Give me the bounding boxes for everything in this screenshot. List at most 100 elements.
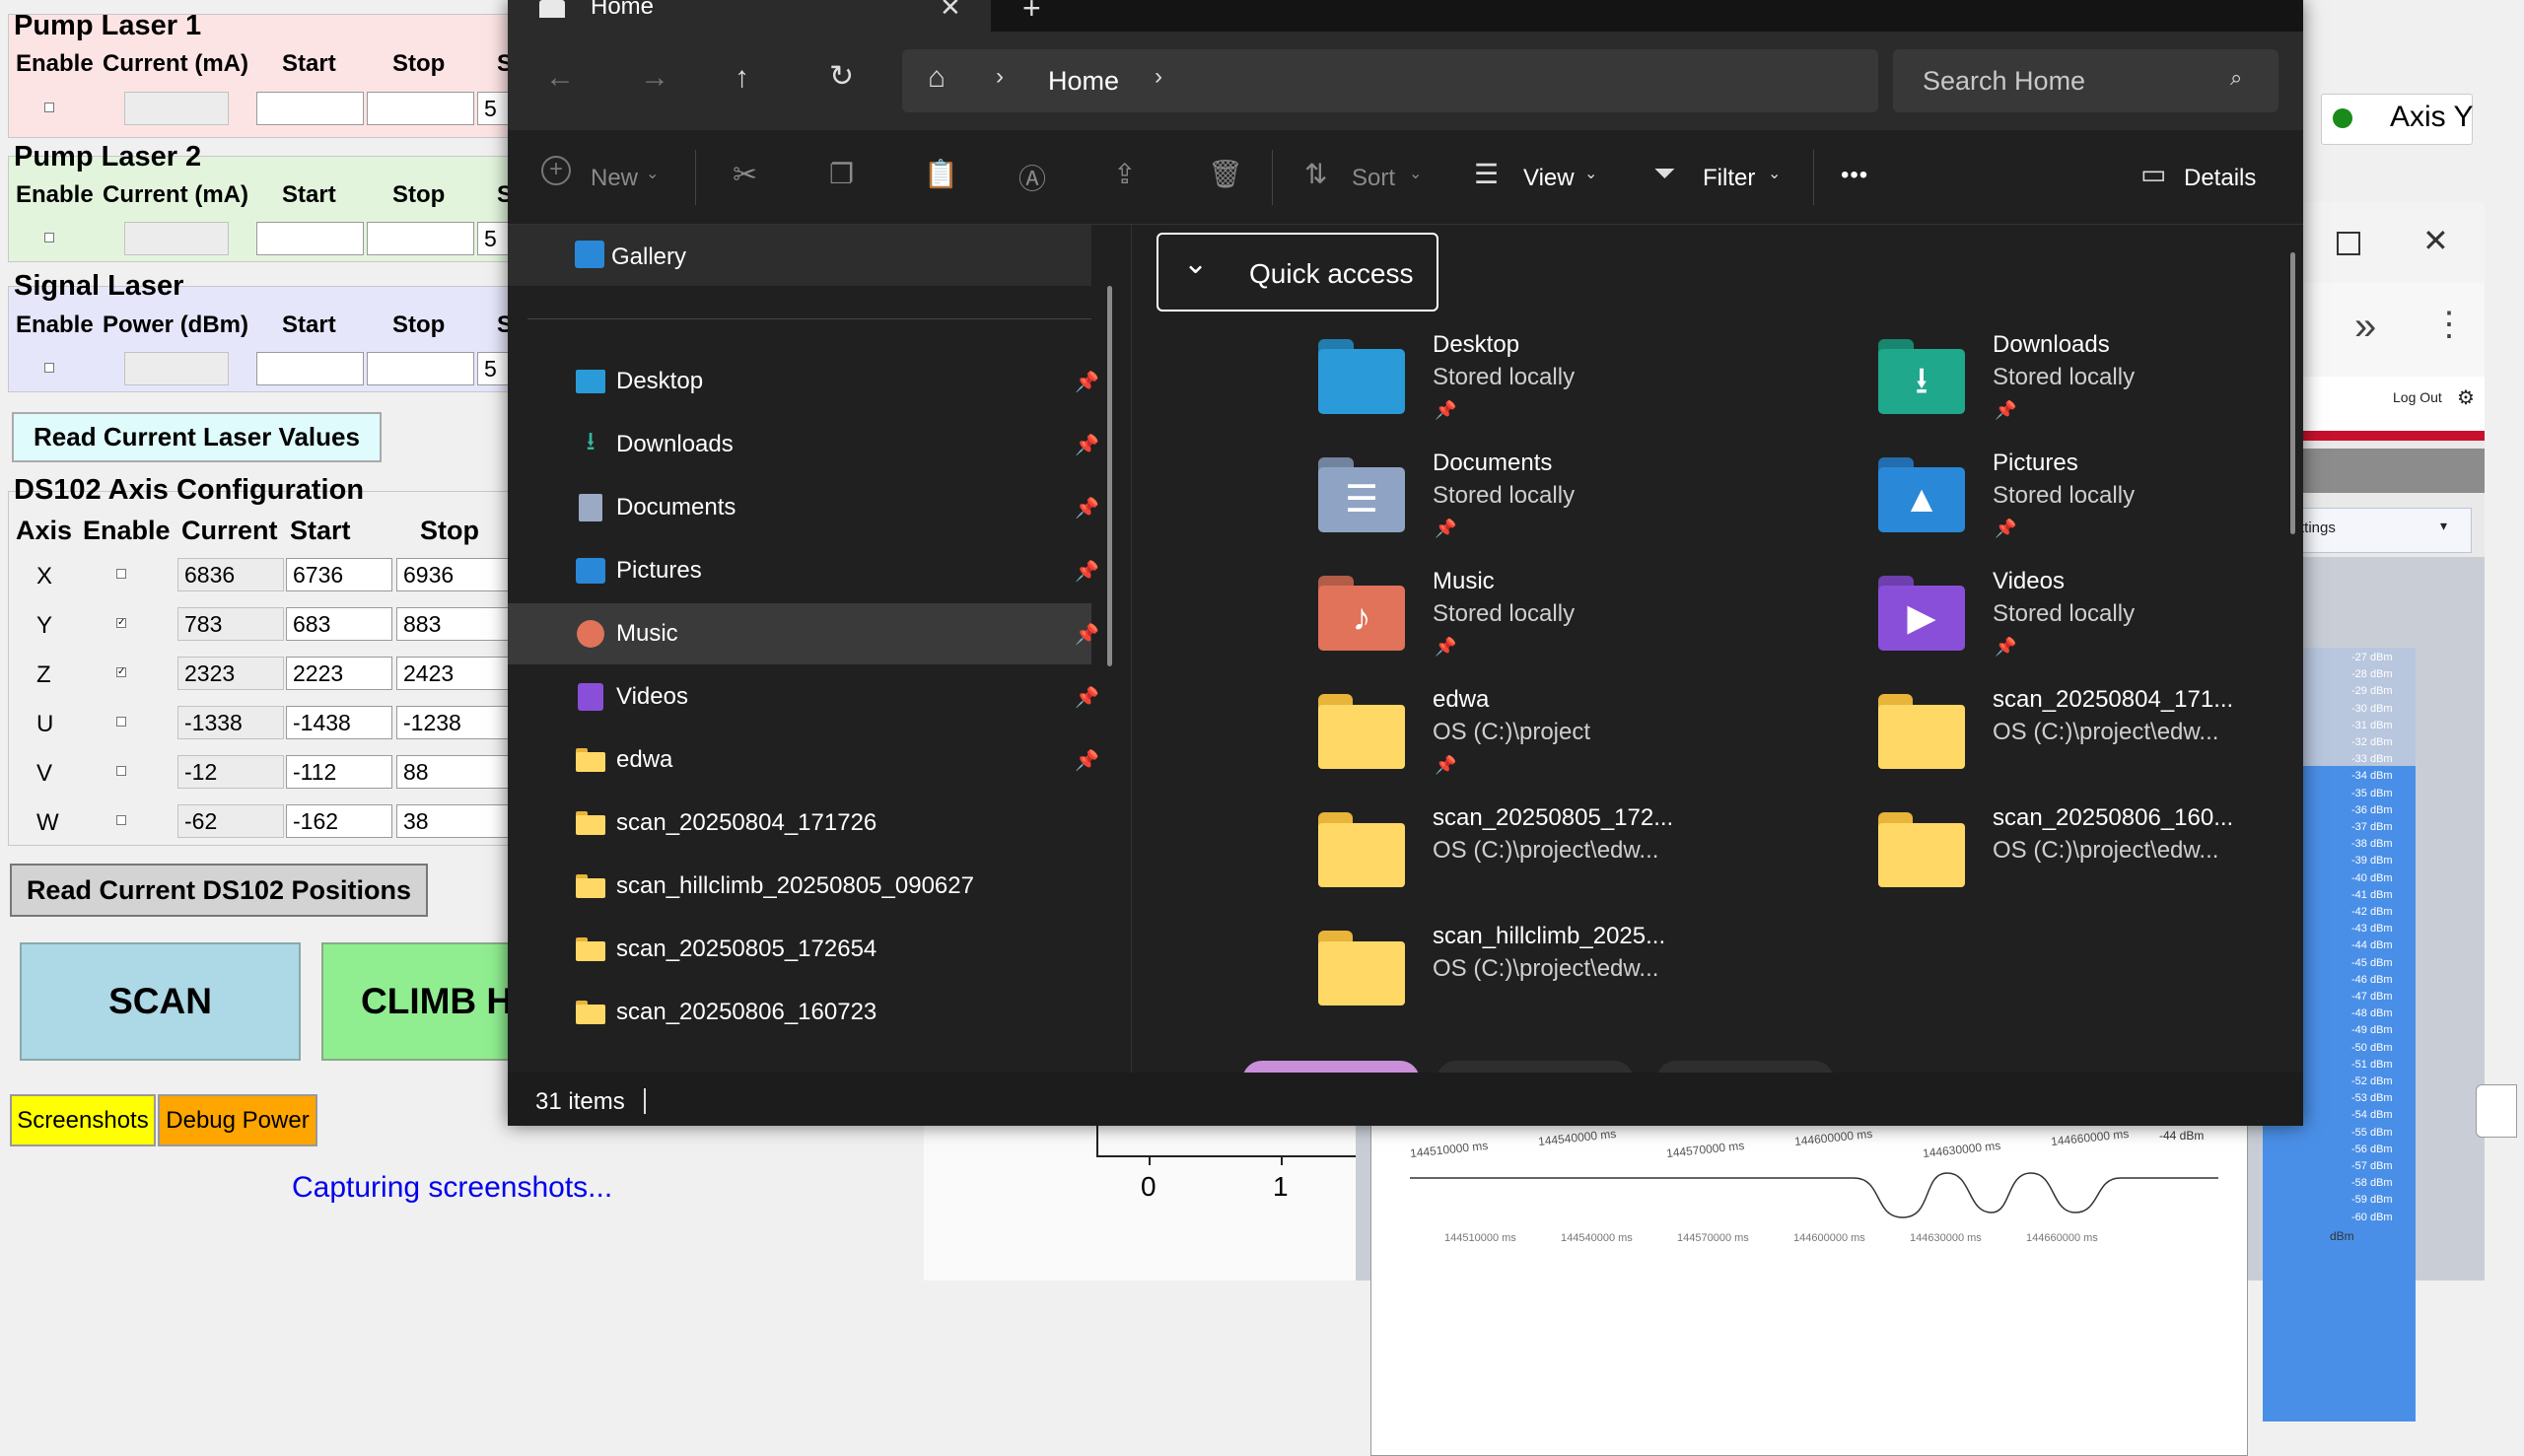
chevrons-icon[interactable]: » — [2354, 305, 2376, 349]
quick-access-item[interactable]: ⭳ Downloads Stored locally 📌 — [1878, 331, 2303, 440]
logout-link[interactable]: Log Out — [2393, 389, 2442, 405]
ds102-axis-enable-checkbox[interactable] — [116, 717, 126, 727]
signal-stop-field[interactable] — [367, 352, 474, 385]
tab-close-icon[interactable]: ✕ — [940, 0, 961, 23]
pin-icon[interactable]: 📌 — [1075, 685, 1099, 710]
signal-enable-checkbox[interactable] — [44, 363, 54, 373]
ds102-start-field[interactable]: 6736 — [286, 558, 392, 591]
pump1-stop-field[interactable] — [367, 92, 474, 125]
pin-icon[interactable]: 📌 — [1075, 370, 1099, 394]
home-icon[interactable]: ⌂ — [928, 61, 946, 95]
read-ds102-positions-button[interactable]: Read Current DS102 Positions — [10, 864, 428, 917]
scan-button[interactable]: SCAN — [20, 942, 301, 1061]
pin-icon[interactable]: 📌 — [1075, 748, 1099, 773]
new-button[interactable]: New — [591, 165, 638, 192]
forward-icon[interactable]: → — [640, 61, 669, 95]
pin-icon[interactable]: 📌 — [1075, 496, 1099, 520]
paste-icon[interactable]: 📋 — [924, 158, 958, 190]
ds102-stop-field[interactable]: 2423 — [396, 657, 515, 690]
nav-item[interactable]: Pictures 📌 — [527, 542, 1107, 599]
ds102-axis-enable-checkbox[interactable]: ✓ — [116, 618, 126, 628]
filter-icon[interactable]: ⏷ — [1653, 158, 1675, 190]
ds102-axis-enable-checkbox[interactable] — [116, 766, 126, 776]
breadcrumb-chevron-icon[interactable]: › — [1155, 63, 1162, 91]
copy-icon[interactable]: ❐ — [829, 158, 854, 190]
pump2-start-field[interactable] — [256, 222, 364, 255]
pane-divider[interactable] — [1131, 225, 1132, 1073]
nav-scrollbar[interactable] — [1107, 286, 1112, 666]
quick-access-item[interactable]: scan_hillclimb_2025... OS (C:)\project\ed… — [1318, 923, 1831, 1031]
nav-item[interactable]: scan_20250806_160723 — [527, 984, 1107, 1041]
nav-item[interactable]: Music 📌 — [527, 605, 1107, 662]
ds102-stop-field[interactable]: 38 — [396, 804, 515, 838]
ds102-stop-field[interactable]: 883 — [396, 607, 515, 641]
more-options-icon[interactable]: ••• — [1841, 162, 1868, 189]
up-icon[interactable]: ↑ — [735, 61, 749, 95]
quick-access-item[interactable]: scan_20250806_160... OS (C:)\project\edw.… — [1878, 804, 2303, 913]
quick-access-item[interactable]: ▲ Pictures Stored locally 📌 — [1878, 450, 2303, 558]
nav-item[interactable]: Documents 📌 — [527, 479, 1107, 536]
nav-item[interactable]: ⭳ Downloads 📌 — [527, 416, 1107, 473]
maximize-icon[interactable] — [2337, 232, 2360, 255]
tab-home[interactable] — [508, 0, 991, 32]
ds102-start-field[interactable]: -1438 — [286, 706, 392, 739]
quick-access-item[interactable]: Desktop Stored locally 📌 — [1318, 331, 1831, 440]
view-icon[interactable]: ☰ — [1474, 158, 1499, 190]
screenshots-button[interactable]: Screenshots — [10, 1094, 156, 1146]
ds102-stop-field[interactable]: 6936 — [396, 558, 515, 591]
new-tab-icon[interactable]: + — [1022, 0, 1041, 27]
cut-icon[interactable]: ✂ — [733, 158, 757, 192]
pin-icon[interactable]: 📌 — [1075, 622, 1099, 647]
pump1-enable-checkbox[interactable] — [44, 103, 54, 112]
delete-icon[interactable]: 🗑 — [1208, 158, 1243, 190]
search-input[interactable]: Search Home — [1923, 66, 2085, 97]
ds102-start-field[interactable]: -162 — [286, 804, 392, 838]
remote-tab-icon[interactable] — [2476, 1084, 2517, 1138]
ds102-start-field[interactable]: -112 — [286, 755, 392, 789]
quick-access-item[interactable]: scan_20250804_171... OS (C:)\project\edw.… — [1878, 686, 2303, 795]
nav-item[interactable]: Videos 📌 — [527, 668, 1107, 726]
quick-access-item[interactable]: edwa OS (C:)\project 📌 — [1318, 686, 1831, 795]
view-button[interactable]: View — [1523, 165, 1575, 192]
ds102-start-field[interactable]: 683 — [286, 607, 392, 641]
close-icon[interactable]: ✕ — [2422, 222, 2449, 259]
nav-item[interactable]: Desktop 📌 — [527, 353, 1107, 410]
pump2-stop-field[interactable] — [367, 222, 474, 255]
share-icon[interactable]: ⇪ — [1113, 158, 1136, 190]
rename-icon[interactable]: Ⓐ — [1018, 158, 1046, 197]
back-icon[interactable]: ← — [545, 61, 575, 95]
pin-icon[interactable]: 📌 — [1075, 559, 1099, 584]
ds102-axis-enable-checkbox[interactable] — [116, 815, 126, 825]
ds102-start-field[interactable]: 2223 — [286, 657, 392, 690]
content-scrollbar[interactable] — [2290, 252, 2295, 534]
kebab-menu-icon[interactable]: ⋮ — [2432, 305, 2466, 344]
search-icon[interactable]: ⌕ — [2230, 65, 2242, 91]
climb-button[interactable]: CLIMB H — [321, 942, 538, 1061]
nav-item[interactable]: scan_20250805_172654 — [527, 921, 1107, 978]
details-button[interactable]: Details — [2184, 165, 2256, 192]
read-laser-values-button[interactable]: Read Current Laser Values — [12, 412, 382, 462]
new-plus-icon[interactable]: + — [541, 156, 571, 185]
ds102-axis-enable-checkbox[interactable]: ✓ — [116, 667, 126, 677]
refresh-icon[interactable]: ↻ — [829, 59, 854, 94]
signal-start-field[interactable] — [256, 352, 364, 385]
pump2-enable-checkbox[interactable] — [44, 233, 54, 243]
sort-icon[interactable]: ⇅ — [1304, 158, 1327, 190]
nav-item[interactable]: scan_hillclimb_20250805_090627 — [527, 858, 1107, 915]
debug-power-button[interactable]: Debug Power — [158, 1094, 317, 1146]
ds102-stop-field[interactable]: -1238 — [396, 706, 515, 739]
nav-gallery[interactable]: Gallery — [611, 243, 686, 271]
ds102-axis-enable-checkbox[interactable] — [116, 569, 126, 579]
nav-item[interactable]: edwa 📌 — [527, 731, 1107, 789]
quick-access-item[interactable]: scan_20250805_172... OS (C:)\project\edw.… — [1318, 804, 1831, 913]
pin-icon[interactable]: 📌 — [1075, 433, 1099, 457]
details-pane-icon[interactable]: ▭ — [2140, 158, 2166, 190]
ds102-stop-field[interactable]: 88 — [396, 755, 515, 789]
nav-item[interactable]: scan_20250804_171726 — [527, 795, 1107, 852]
quick-access-item[interactable]: ♪ Music Stored locally 📌 — [1318, 568, 1831, 676]
filter-button[interactable]: Filter — [1703, 165, 1755, 192]
breadcrumb-home[interactable]: Home — [1048, 66, 1119, 97]
gear-icon[interactable]: ⚙ — [2457, 385, 2475, 410]
sort-button[interactable]: Sort — [1352, 165, 1395, 192]
quick-access-item[interactable]: ☰ Documents Stored locally 📌 — [1318, 450, 1831, 558]
